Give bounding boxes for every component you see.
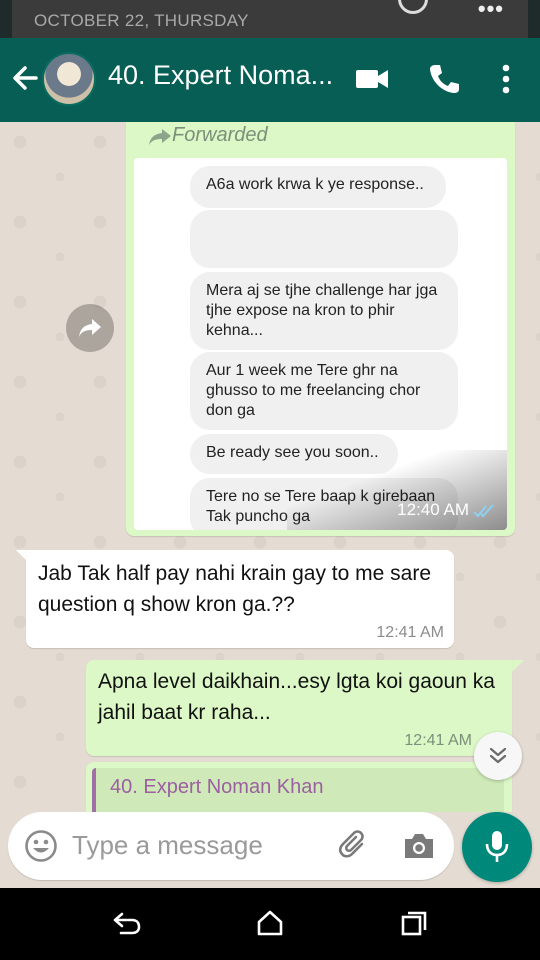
system-back-icon[interactable] (112, 910, 142, 936)
notification-more-icon[interactable]: ••• (478, 0, 504, 22)
forwarded-label: Forwarded (172, 124, 268, 146)
message-time: 12:41 AM (376, 624, 444, 641)
screenshot-chat-bubble: Mera aj se tjhe challenge har jga tjhe e… (190, 272, 458, 350)
notification-settings-icon[interactable] (398, 0, 428, 14)
system-recents-icon[interactable] (400, 910, 428, 936)
contact-name[interactable]: 40. Expert Noma... (108, 60, 333, 91)
chat-header: 40. Expert Noma... (0, 38, 540, 122)
incoming-message[interactable]: Jab Tak half pay nahi krain gay to me sa… (26, 550, 454, 648)
screenshot-chat-bubble: Aur 1 week me Tere ghr na ghusso to me f… (190, 352, 458, 430)
screenshot-chat-bubble (190, 210, 458, 268)
read-ticks-icon (473, 504, 494, 518)
message-text: Apna level daikhain...esy lgta koi gaoun… (98, 670, 495, 724)
screenshot-chat-bubble: A6a work krwa k ye response.. (190, 166, 446, 208)
emoji-icon[interactable] (24, 829, 58, 863)
message-time: 12:41 AM (404, 732, 472, 749)
forwarded-arrow-icon (149, 129, 171, 145)
microphone-icon (485, 831, 509, 862)
notification-date: OCTOBER 22, THURSDAY (34, 11, 249, 30)
forward-button[interactable] (66, 304, 114, 352)
outgoing-message[interactable]: Apna level daikhain...esy lgta koi gaoun… (86, 660, 512, 756)
bubble-tail (512, 660, 524, 672)
attach-icon[interactable] (338, 830, 370, 862)
message-text: Jab Tak half pay nahi krain gay to me sa… (38, 562, 432, 616)
reply-quote-author: 40. Expert Noman Khan (110, 776, 324, 798)
voice-call-icon[interactable] (428, 62, 460, 96)
back-arrow-icon[interactable] (10, 60, 40, 96)
system-home-icon[interactable] (256, 910, 284, 936)
message-input-placeholder: Type a message (72, 830, 263, 860)
camera-icon[interactable] (402, 830, 436, 862)
reply-quote[interactable]: 40. Expert Noman Khan (92, 768, 504, 812)
voice-message-button[interactable] (462, 812, 532, 882)
system-nav-bar (0, 888, 540, 960)
double-chevron-down-icon (489, 747, 507, 764)
message-input[interactable]: Type a message (8, 812, 454, 880)
video-call-icon[interactable] (355, 62, 389, 96)
more-options-icon[interactable] (498, 62, 514, 96)
message-time: 12:40 AM (397, 500, 469, 519)
forwarded-screenshot-image[interactable]: A6a work krwa k ye response.. Mera aj se… (134, 158, 507, 530)
forward-icon (79, 319, 101, 337)
reply-message[interactable]: 40. Expert Noman Khan (86, 762, 512, 812)
scroll-to-bottom-button[interactable] (474, 732, 522, 780)
chat-area[interactable]: Forwarded A6a work krwa k ye response.. … (0, 122, 540, 812)
composer-bar: Type a message (0, 812, 540, 888)
avatar[interactable] (42, 52, 96, 106)
